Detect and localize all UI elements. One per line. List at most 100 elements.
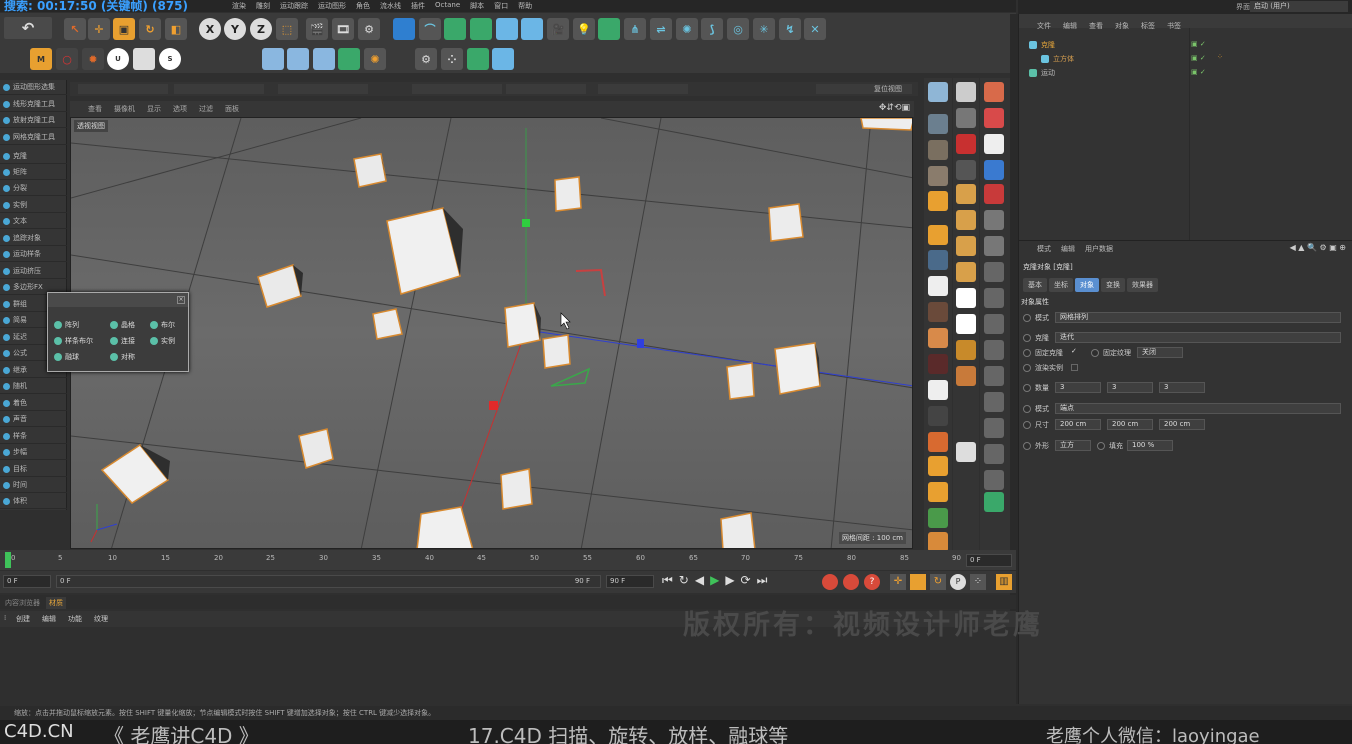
x-axis-lock-button[interactable]: X — [199, 18, 221, 40]
material-ball-icon[interactable] — [928, 82, 948, 102]
star-icon[interactable] — [928, 456, 948, 476]
dot-icon[interactable] — [928, 302, 948, 322]
undo-button[interactable]: ↶ — [4, 17, 52, 39]
tab-materials[interactable]: 材质 — [46, 597, 66, 609]
coordinate-system-icon[interactable]: ⬚ — [276, 18, 298, 40]
sun-icon[interactable] — [928, 328, 948, 348]
mode-select[interactable]: 网格排列 — [1055, 312, 1341, 323]
mograph-m-icon[interactable] — [956, 288, 976, 308]
dropdown-slot[interactable] — [174, 84, 264, 94]
uv-icon[interactable]: U — [107, 48, 129, 70]
left-item[interactable]: 时间 — [0, 478, 67, 493]
angle-icon[interactable] — [928, 225, 948, 245]
render-instance-radio[interactable] — [1023, 364, 1031, 372]
left-item[interactable]: 线形克隆工具 — [0, 97, 67, 112]
start-frame-field[interactable]: 0 F — [3, 575, 51, 588]
menu-item[interactable]: 角色 — [356, 1, 370, 11]
current-frame-field[interactable]: 0 F — [966, 554, 1012, 567]
left-item[interactable]: 体积 — [0, 494, 67, 509]
dropdown-slot[interactable] — [78, 84, 168, 94]
group-icon[interactable] — [956, 236, 976, 256]
left-item[interactable]: 实例 — [0, 198, 67, 213]
fixed-clone-radio[interactable] — [1023, 349, 1031, 357]
am-menu-item[interactable]: 模式 — [1037, 244, 1051, 254]
speaker-icon[interactable] — [928, 380, 948, 400]
viewport-menu-item[interactable]: 摄像机 — [114, 104, 135, 114]
viewport-menu-item[interactable]: 选项 — [173, 104, 187, 114]
mograph-icon[interactable]: M — [30, 48, 52, 70]
mode2-radio[interactable] — [1023, 405, 1031, 413]
cube-wire-icon[interactable] — [928, 166, 948, 186]
menu-item[interactable]: 窗口 — [494, 1, 508, 11]
help-icon[interactable]: ? — [864, 574, 880, 590]
spherify-icon[interactable]: ◎ — [727, 18, 749, 40]
cube[interactable] — [298, 428, 334, 469]
subdivision-surface-icon[interactable] — [444, 18, 466, 40]
menu-item[interactable]: 流水线 — [380, 1, 401, 11]
plant-icon[interactable] — [467, 48, 489, 70]
hand-grab-icon[interactable] — [984, 366, 1004, 386]
layer-orange-icon[interactable] — [928, 532, 948, 552]
left-item[interactable]: 运动图形选集 — [0, 80, 67, 95]
viewport-single-icon[interactable] — [287, 48, 309, 70]
gear-orange-icon[interactable] — [928, 432, 948, 452]
mat-menu-item[interactable]: 功能 — [68, 614, 82, 624]
left-item[interactable]: 分裂 — [0, 181, 67, 196]
object-row-cube[interactable]: 立方体 — [1041, 52, 1074, 65]
palette-item[interactable]: 对称 — [110, 349, 166, 365]
shatter-icon[interactable]: ✳ — [753, 18, 775, 40]
left-item[interactable]: 文本 — [0, 214, 67, 229]
tab-coord[interactable]: 坐标 — [1049, 278, 1073, 292]
figure-icon[interactable] — [956, 210, 976, 230]
shield-icon[interactable] — [956, 340, 976, 360]
cube[interactable] — [372, 308, 403, 340]
hand-fist-icon[interactable] — [984, 418, 1004, 438]
hand-point-icon[interactable] — [984, 340, 1004, 360]
cube[interactable] — [726, 362, 755, 400]
param-key-icon[interactable]: P — [950, 574, 966, 590]
left-item[interactable]: 网格克隆工具 — [0, 130, 67, 145]
effector-icon[interactable]: ✺ — [364, 48, 386, 70]
mograph-cloner-icon[interactable] — [496, 18, 518, 40]
fill-field[interactable]: 100 % — [1127, 440, 1173, 451]
menu-item[interactable]: Octane — [435, 1, 460, 11]
am-menu-item[interactable]: 编辑 — [1061, 244, 1075, 254]
viewport-menu-item[interactable]: 查看 — [88, 104, 102, 114]
render-instance-checkbox[interactable] — [1071, 364, 1078, 371]
explode-icon[interactable]: ✺ — [676, 18, 698, 40]
om-menu-item[interactable]: 查看 — [1089, 21, 1103, 31]
render-picture-viewer-icon[interactable]: 🎞 — [332, 18, 354, 40]
square-icon[interactable] — [133, 48, 155, 70]
viewport-grid-icon[interactable] — [313, 48, 335, 70]
rig-icon[interactable] — [984, 82, 1004, 102]
blank-icon[interactable] — [928, 406, 948, 426]
letter-c-icon[interactable] — [984, 160, 1004, 180]
menu-item[interactable]: 帮助 — [518, 1, 532, 11]
xb-icon[interactable] — [956, 442, 976, 462]
pepper-icon[interactable] — [984, 184, 1004, 204]
cube-orange-icon[interactable] — [928, 191, 948, 211]
dropdown-slot[interactable] — [412, 84, 502, 94]
heart-icon[interactable] — [956, 314, 976, 334]
mat-menu-item[interactable]: 编辑 — [42, 614, 56, 624]
mode-radio[interactable] — [1023, 314, 1031, 322]
viewport-menu-item[interactable]: 显示 — [147, 104, 161, 114]
cube-primitive-icon[interactable] — [393, 18, 415, 40]
select-tool-icon[interactable]: ↖ — [64, 18, 86, 40]
pen-spline-icon[interactable]: ⌒ — [419, 18, 441, 40]
scale-tool-icon[interactable]: ▣ — [113, 18, 135, 40]
z-axis-lock-button[interactable]: Z — [250, 18, 272, 40]
cube[interactable] — [720, 512, 756, 549]
cube[interactable] — [774, 342, 821, 395]
size-z-field[interactable]: 200 cm — [1159, 419, 1205, 430]
object-row-motion[interactable]: 运动 — [1029, 66, 1055, 79]
taper-icon[interactable]: ✕ — [804, 18, 826, 40]
hand-icon[interactable] — [984, 288, 1004, 308]
cube[interactable] — [860, 118, 913, 131]
grid-cloner-icon[interactable] — [598, 18, 620, 40]
cube[interactable] — [386, 207, 463, 295]
om-menu-item[interactable]: 文件 — [1037, 21, 1051, 31]
people-icon[interactable] — [956, 184, 976, 204]
cube[interactable] — [416, 506, 474, 549]
fixed-texture-select[interactable]: 关闭 — [1137, 347, 1183, 358]
